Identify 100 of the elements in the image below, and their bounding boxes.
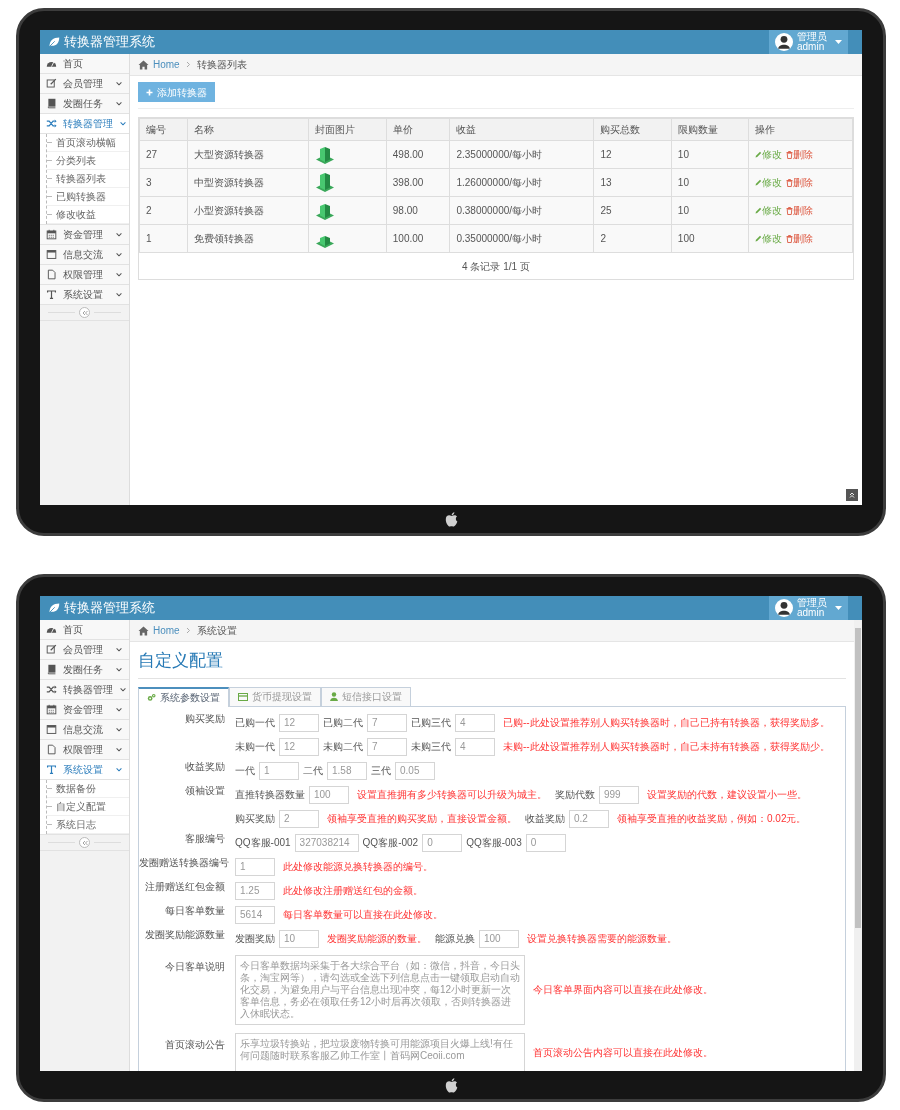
input-field[interactable]: 1 bbox=[259, 761, 299, 780]
input-field[interactable]: 100 bbox=[309, 785, 349, 804]
sidebar-item[interactable]: 发圈任务 bbox=[40, 94, 129, 114]
input-label: 一代 bbox=[235, 764, 255, 778]
edit-link[interactable]: 修改 bbox=[755, 203, 783, 218]
tab[interactable]: 短信接口设置 bbox=[321, 686, 411, 707]
input-field[interactable]: 10 bbox=[279, 929, 319, 948]
input-field[interactable]: 999 bbox=[599, 785, 639, 804]
scrollbar[interactable] bbox=[854, 620, 862, 1071]
tab[interactable]: 货币提现设置 bbox=[229, 686, 321, 707]
breadcrumb-separator-icon bbox=[185, 627, 191, 634]
sidebar-item[interactable]: 权限管理 bbox=[40, 740, 129, 760]
table-cell: 0.35000000/每小时 bbox=[449, 224, 594, 253]
home-link[interactable]: Home bbox=[153, 623, 180, 638]
card-icon bbox=[238, 692, 248, 701]
delete-link[interactable]: 删除 bbox=[786, 231, 814, 246]
column-header: 收益 bbox=[449, 118, 594, 141]
input-field[interactable]: 0 bbox=[525, 833, 566, 852]
pagination-text: 4 条记录 1/1 页 bbox=[462, 259, 530, 274]
hint-text: 设置奖励的代数，建议设置小一些。 bbox=[647, 788, 807, 802]
input-field[interactable]: 4 bbox=[455, 713, 495, 732]
input-field[interactable]: 2 bbox=[279, 809, 319, 828]
input-label: 未购二代 bbox=[323, 740, 363, 754]
edit-icon bbox=[46, 644, 57, 655]
table-cell: 100 bbox=[671, 224, 749, 253]
delete-link[interactable]: 删除 bbox=[786, 203, 814, 218]
pencil-icon bbox=[755, 207, 763, 214]
submenu-item[interactable]: 系统日志 bbox=[52, 817, 96, 832]
table-cell: 中型资源转换器 bbox=[187, 168, 309, 197]
shuffle-icon bbox=[46, 684, 57, 695]
sidebar-item[interactable]: 转换器管理 bbox=[40, 680, 129, 700]
input-field[interactable]: 12 bbox=[279, 713, 319, 732]
sidebar-item[interactable]: 转换器管理 bbox=[40, 114, 129, 134]
window-icon bbox=[46, 724, 57, 735]
sidebar-item[interactable]: 系统设置 bbox=[40, 285, 129, 305]
table-cell: 13 bbox=[593, 168, 672, 197]
sidebar-item[interactable]: 会员管理 bbox=[40, 74, 129, 94]
breadcrumb-current: 系统设置 bbox=[196, 624, 237, 638]
input-field[interactable]: 7 bbox=[367, 713, 407, 732]
input-field[interactable]: 12 bbox=[279, 737, 319, 756]
sidebar-item[interactable]: 会员管理 bbox=[40, 640, 129, 660]
text-area[interactable]: 乐享垃圾转换站，把垃圾废物转换可用能源项目火爆上线!有任何问题随时联系客服乙帅工作室丨首码网Ceoii.com bbox=[235, 1032, 525, 1071]
collapse-button[interactable] bbox=[79, 307, 90, 318]
column-header: 封面图片 bbox=[308, 118, 387, 141]
sidebar-item[interactable]: 首页 bbox=[40, 620, 129, 640]
input-field[interactable]: 4 bbox=[455, 737, 495, 756]
double-chevron-left-icon bbox=[81, 839, 88, 846]
home-icon bbox=[138, 59, 149, 70]
column-header: 操作 bbox=[748, 118, 853, 141]
edit-link[interactable]: 修改 bbox=[755, 231, 783, 246]
add-button[interactable]: 添加转换器 bbox=[138, 82, 215, 102]
input-field[interactable]: 100 bbox=[479, 929, 519, 948]
input-field[interactable]: 0.05 bbox=[395, 761, 435, 780]
caret-down-icon bbox=[835, 605, 842, 611]
home-link[interactable]: Home bbox=[153, 57, 180, 72]
input-field[interactable]: 0 bbox=[422, 833, 463, 852]
input-field[interactable]: 0.2 bbox=[569, 809, 609, 828]
submenu-item[interactable]: 转换器列表 bbox=[52, 171, 106, 186]
input-field[interactable]: 5614 bbox=[235, 905, 275, 924]
submenu-item[interactable]: 数据备份 bbox=[52, 781, 96, 796]
user-menu[interactable]: 管理员 admin bbox=[769, 30, 848, 54]
submenu-item[interactable]: 已购转换器 bbox=[52, 189, 106, 204]
table-cell: 2 bbox=[593, 224, 672, 253]
hint-text: 已购--此处设置推荐别人购买转换器时，自己已持有转换器，获得奖励多。 bbox=[503, 716, 830, 730]
edit-link[interactable]: 修改 bbox=[755, 147, 783, 162]
table-cell: 27 bbox=[139, 140, 188, 169]
sidebar-item[interactable]: 信息交流 bbox=[40, 245, 129, 265]
user-menu[interactable]: 管理员 admin bbox=[769, 596, 848, 620]
input-field[interactable]: 1.58 bbox=[327, 761, 367, 780]
input-label: 能源兑换 bbox=[435, 932, 475, 946]
field-label: 每日客单数量 bbox=[165, 904, 225, 916]
building-icon bbox=[315, 201, 336, 221]
chevron-down-icon bbox=[115, 79, 123, 88]
sidebar-item[interactable]: 系统设置 bbox=[40, 760, 129, 780]
sidebar-item[interactable]: 资金管理 bbox=[40, 700, 129, 720]
table-cell: 10 bbox=[671, 140, 749, 169]
input-field[interactable]: 327038214 bbox=[294, 833, 359, 852]
tab[interactable]: 系统参数设置 bbox=[138, 686, 229, 707]
sidebar-item[interactable]: 权限管理 bbox=[40, 265, 129, 285]
sidebar-item[interactable]: 首页 bbox=[40, 54, 129, 74]
sidebar-item[interactable]: 资金管理 bbox=[40, 225, 129, 245]
input-label: 未购一代 bbox=[235, 740, 275, 754]
submenu-item[interactable]: 修改收益 bbox=[52, 207, 96, 222]
text-icon bbox=[46, 764, 57, 775]
input-field[interactable]: 1.25 bbox=[235, 881, 275, 900]
sidebar-item[interactable]: 发圈任务 bbox=[40, 660, 129, 680]
input-field[interactable]: 1 bbox=[235, 857, 275, 876]
scroll-top-button[interactable] bbox=[846, 489, 858, 501]
delete-link[interactable]: 删除 bbox=[786, 175, 814, 190]
column-header: 编号 bbox=[139, 118, 188, 141]
input-field[interactable]: 7 bbox=[367, 737, 407, 756]
collapse-button[interactable] bbox=[79, 837, 90, 848]
submenu-item[interactable]: 自定义配置 bbox=[52, 799, 106, 814]
submenu-item[interactable]: 分类列表 bbox=[52, 153, 96, 168]
input-label: 已购二代 bbox=[323, 716, 363, 730]
sidebar-item[interactable]: 信息交流 bbox=[40, 720, 129, 740]
edit-link[interactable]: 修改 bbox=[755, 175, 783, 190]
delete-link[interactable]: 删除 bbox=[786, 147, 814, 162]
calendar-icon bbox=[46, 229, 57, 240]
submenu-item[interactable]: 首页滚动横幅 bbox=[52, 135, 116, 150]
